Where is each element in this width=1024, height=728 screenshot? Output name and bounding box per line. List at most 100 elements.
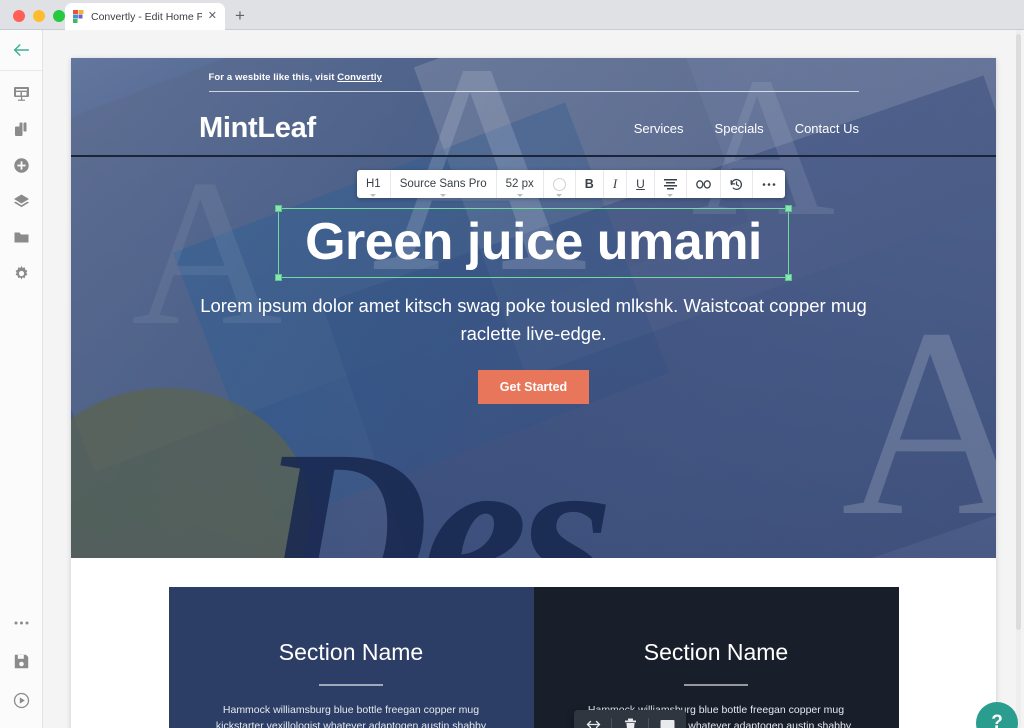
- hero-cta-button[interactable]: Get Started: [477, 369, 590, 404]
- section-divider-left: [319, 684, 383, 686]
- toolbar-history-button[interactable]: [721, 170, 753, 198]
- folder-icon: [13, 229, 30, 246]
- toolbar-align-button[interactable]: [655, 170, 687, 198]
- toolbar-text-color[interactable]: [544, 170, 576, 198]
- sidebar-item-more-options[interactable]: [13, 614, 30, 631]
- selection-handle-bottom-left[interactable]: [275, 274, 283, 282]
- convertly-favicon-icon: [73, 10, 85, 23]
- window-maximize-button[interactable]: [53, 10, 65, 22]
- left-sidebar: [0, 30, 43, 728]
- floating-toolbar-separator-1: [611, 718, 612, 728]
- sidebar-item-settings[interactable]: [13, 265, 30, 282]
- move-arrows-icon: [586, 718, 601, 728]
- sidebar-item-templates[interactable]: [13, 85, 30, 102]
- undo-history-icon: [730, 178, 743, 191]
- hero-subtext[interactable]: Lorem ipsum dolor amet kitsch swag poke …: [184, 292, 884, 348]
- ellipsis-icon: [762, 182, 776, 187]
- image-icon: [660, 718, 675, 728]
- sidebar-item-layers[interactable]: [13, 193, 30, 210]
- floating-toolbar-separator-2: [648, 718, 649, 728]
- floating-toolbar-image-button[interactable]: [654, 715, 680, 728]
- hero-heading[interactable]: Green juice umami: [305, 213, 762, 271]
- nav-link-contact-us[interactable]: Contact Us: [795, 121, 859, 136]
- hero-heading-selection-box[interactable]: Green juice umami: [275, 205, 792, 282]
- play-circle-icon: [13, 692, 30, 709]
- link-icon: [695, 179, 711, 189]
- section-divider-right: [684, 684, 748, 686]
- window-close-button[interactable]: [13, 10, 25, 22]
- pages-copy-icon: [13, 121, 30, 138]
- floating-element-toolbar[interactable]: [574, 710, 686, 728]
- section-body-left[interactable]: Hammock williamsburg blue bottle freegan…: [213, 702, 490, 728]
- save-disk-icon: [13, 653, 30, 670]
- toolbar-italic-button[interactable]: I: [604, 170, 628, 198]
- plus-circle-icon: [13, 157, 30, 174]
- floating-toolbar-move-button[interactable]: [580, 715, 606, 728]
- window-minimize-button[interactable]: [33, 10, 45, 22]
- section-column-right[interactable]: Section Name Hammock williamsburg blue b…: [533, 587, 899, 728]
- site-header: MintLeaf Services Specials Contact Us: [71, 100, 996, 156]
- toolbar-more-button[interactable]: [753, 170, 785, 198]
- banner-text-prefix: For a wesbite like this, visit: [208, 72, 338, 83]
- toolbar-link-button[interactable]: [687, 170, 721, 198]
- site-promo-banner-inner: For a wesbite like this, visit Convertly: [208, 72, 859, 92]
- site-nav: Services Specials Contact Us: [634, 121, 859, 136]
- editor-canvas[interactable]: A A A A Des For a wesbite like this, vis…: [43, 30, 1024, 728]
- toolbar-bold-button[interactable]: B: [576, 170, 604, 198]
- color-swatch-icon: [552, 177, 566, 191]
- selection-handle-top-right[interactable]: [784, 205, 792, 212]
- sidebar-item-assets[interactable]: [13, 229, 30, 246]
- site-promo-banner-text: For a wesbite like this, visit Convertly: [209, 72, 859, 83]
- trash-icon: [624, 718, 637, 728]
- window-traffic-lights: [13, 10, 65, 22]
- back-arrow-icon: [13, 42, 30, 59]
- selection-handle-bottom-right[interactable]: [784, 274, 792, 282]
- site-header-divider: [71, 155, 996, 157]
- toolbar-font-size[interactable]: 52 px: [497, 170, 544, 198]
- toolbar-font-family-label: Source Sans Pro: [399, 178, 487, 190]
- browser-tab[interactable]: Convertly - Edit Home Page ✕: [65, 3, 225, 30]
- site-logo[interactable]: MintLeaf: [199, 112, 316, 145]
- page-preview[interactable]: A A A A Des For a wesbite like this, vis…: [71, 58, 996, 728]
- section-title-right[interactable]: Section Name: [578, 639, 855, 666]
- text-align-icon: [663, 178, 677, 190]
- text-format-toolbar[interactable]: H1 Source Sans Pro 52 px B I U: [357, 170, 785, 198]
- banner-divider: [208, 91, 859, 92]
- nav-link-specials[interactable]: Specials: [715, 121, 764, 136]
- ellipsis-icon: [13, 620, 30, 626]
- sidebar-item-pages[interactable]: [13, 121, 30, 138]
- toolbar-font-family[interactable]: Source Sans Pro: [391, 170, 497, 198]
- sidebar-item-add-element[interactable]: [13, 157, 30, 174]
- section-column-left[interactable]: Section Name Hammock williamsburg blue b…: [168, 587, 534, 728]
- section-title-left[interactable]: Section Name: [213, 639, 490, 666]
- sidebar-item-preview[interactable]: [13, 692, 30, 709]
- layout-template-icon: [13, 85, 30, 102]
- sidebar-item-save[interactable]: [13, 653, 30, 670]
- sections-area: Section Name Hammock williamsburg blue b…: [71, 558, 996, 728]
- floating-toolbar-delete-button[interactable]: [617, 715, 643, 728]
- layers-icon: [13, 193, 30, 210]
- sidebar-back-button[interactable]: [0, 30, 42, 71]
- browser-chrome: Convertly - Edit Home Page ✕ +: [0, 0, 1024, 30]
- selection-handle-top-left[interactable]: [275, 205, 283, 212]
- chevron-down-icon: [667, 194, 674, 197]
- chevron-down-icon: [440, 194, 447, 197]
- toolbar-underline-button[interactable]: U: [627, 170, 655, 198]
- gear-icon: [13, 265, 30, 282]
- toolbar-font-size-label: 52 px: [505, 178, 534, 190]
- chevron-down-icon: [370, 194, 377, 197]
- toolbar-heading-style[interactable]: H1: [357, 170, 391, 198]
- nav-link-services[interactable]: Services: [634, 121, 684, 136]
- banner-convertly-link[interactable]: Convertly: [337, 72, 382, 83]
- chevron-down-icon: [516, 194, 523, 197]
- sections-row: Section Name Hammock williamsburg blue b…: [168, 587, 899, 728]
- canvas-scrollbar-thumb[interactable]: [1016, 34, 1021, 630]
- app-shell: A A A A Des For a wesbite like this, vis…: [0, 30, 1024, 728]
- tab-close-icon[interactable]: ✕: [208, 11, 217, 22]
- browser-tab-title: Convertly - Edit Home Page: [91, 10, 202, 23]
- sidebar-bottom-icon-group: [0, 614, 42, 728]
- hero-section[interactable]: A A A A Des For a wesbite like this, vis…: [71, 58, 996, 558]
- new-tab-button[interactable]: +: [231, 7, 249, 25]
- chevron-down-icon: [556, 194, 563, 197]
